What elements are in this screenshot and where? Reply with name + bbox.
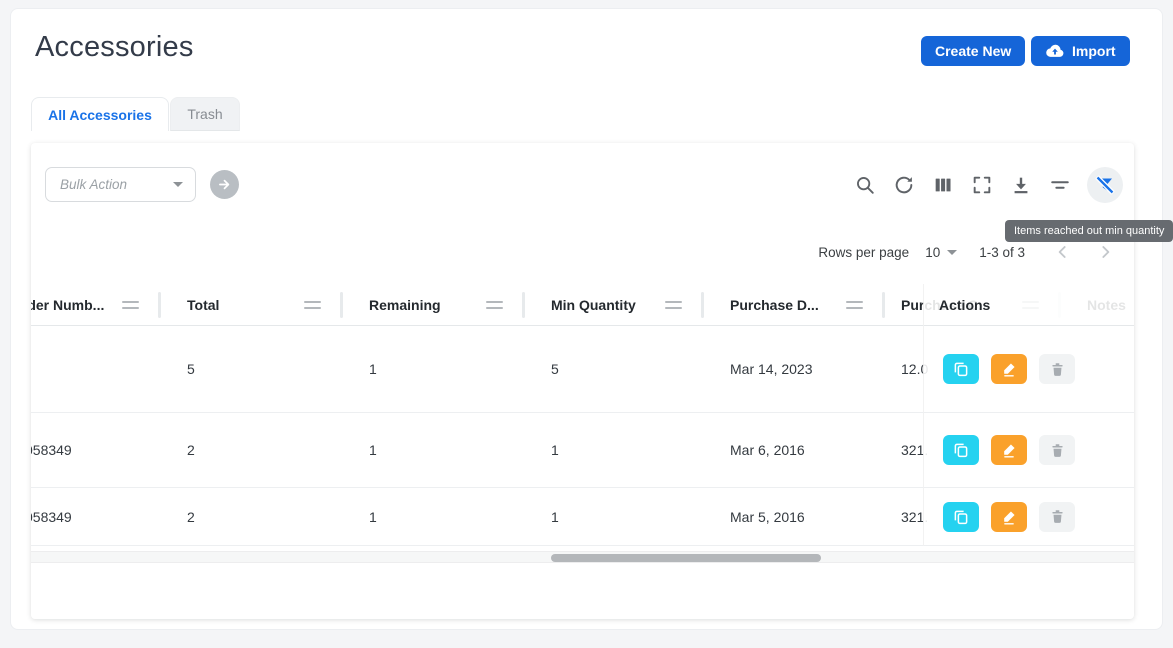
tab-trash[interactable]: Trash	[170, 97, 240, 131]
duplicate-button[interactable]	[943, 354, 979, 384]
rows-per-page-value: 10	[925, 245, 940, 260]
trash-icon	[1049, 361, 1066, 378]
cell-min-quantity: 1	[525, 488, 704, 545]
rows-per-page-label: Rows per page	[818, 245, 909, 260]
bulk-action-placeholder: Bulk Action	[60, 177, 173, 192]
cell-remaining: 1	[343, 413, 525, 487]
download-icon[interactable]	[1009, 173, 1033, 197]
cell-order-number	[31, 326, 161, 412]
refresh-icon[interactable]	[892, 173, 916, 197]
create-new-label: Create New	[935, 43, 1011, 59]
view-columns-icon[interactable]	[931, 173, 955, 197]
drag-handle-icon[interactable]	[304, 301, 321, 309]
column-header-min-quantity[interactable]: Min Quantity	[525, 284, 704, 325]
import-label: Import	[1072, 43, 1116, 59]
cell-min-quantity: 1	[525, 413, 704, 487]
delete-button[interactable]	[1039, 435, 1075, 465]
filter-off-icon[interactable]	[1087, 167, 1123, 203]
column-header-order-number[interactable]: Order Numb...	[31, 284, 161, 325]
column-header-remaining[interactable]: Remaining	[343, 284, 525, 325]
cell-total: 2	[161, 413, 343, 487]
table-viewport: Order Numb... Total Remaining Min Quanti…	[31, 284, 1134, 546]
cell-remaining: 1	[343, 326, 525, 412]
page: Accessories Create New Import All Access…	[10, 8, 1163, 630]
create-new-button[interactable]: Create New	[921, 36, 1025, 66]
cell-min-quantity: 5	[525, 326, 704, 412]
horizontal-scrollbar-track[interactable]	[31, 551, 1134, 563]
cell-total: 5	[161, 326, 343, 412]
column-header-purchase-date[interactable]: Purchase D...	[704, 284, 885, 325]
actions-sticky-column: Actions	[923, 284, 1134, 546]
fullscreen-icon[interactable]	[970, 173, 994, 197]
chevron-left-icon	[1053, 242, 1073, 262]
cell-order-number: 058349	[31, 413, 161, 487]
column-header-total[interactable]: Total	[161, 284, 343, 325]
cell-remaining: 1	[343, 488, 525, 545]
chevron-down-icon	[173, 182, 183, 187]
column-header-actions: Actions	[924, 284, 1134, 326]
arrow-right-icon	[216, 176, 233, 193]
table-card: Bulk Action	[31, 143, 1134, 619]
cell-purchase-date: Mar 6, 2016	[704, 413, 885, 487]
tooltip: Items reached out min quantity	[1005, 220, 1173, 242]
tab-trash-label: Trash	[187, 106, 222, 122]
pencil-icon	[1000, 360, 1018, 378]
copy-icon	[952, 360, 970, 378]
delete-button[interactable]	[1039, 502, 1075, 532]
import-button[interactable]: Import	[1031, 36, 1130, 66]
next-page-button[interactable]	[1093, 240, 1117, 264]
copy-icon	[952, 441, 970, 459]
trash-icon	[1049, 442, 1066, 459]
cloud-upload-icon	[1045, 41, 1065, 61]
filter-lines-icon[interactable]	[1048, 173, 1072, 197]
horizontal-scrollbar-thumb[interactable]	[551, 554, 821, 562]
cell-total: 2	[161, 488, 343, 545]
pagination: Rows per page 10 1-3 of 3	[818, 240, 1117, 264]
edit-button[interactable]	[991, 502, 1027, 532]
tab-bar: All Accessories Trash	[31, 97, 240, 131]
row-actions	[924, 326, 1134, 413]
row-actions	[924, 413, 1134, 488]
rows-per-page-select[interactable]: 10	[925, 245, 957, 260]
pagination-range: 1-3 of 3	[979, 245, 1025, 260]
table-toolbar	[853, 167, 1123, 203]
duplicate-button[interactable]	[943, 435, 979, 465]
drag-handle-icon[interactable]	[665, 301, 682, 309]
pencil-icon	[1000, 441, 1018, 459]
tab-all-accessories-label: All Accessories	[48, 107, 152, 123]
drag-handle-icon[interactable]	[846, 301, 863, 309]
drag-handle-icon[interactable]	[486, 301, 503, 309]
tab-all-accessories[interactable]: All Accessories	[31, 97, 169, 131]
search-icon[interactable]	[853, 173, 877, 197]
trash-icon	[1049, 508, 1066, 525]
cell-order-number: 058349	[31, 488, 161, 545]
copy-icon	[952, 508, 970, 526]
edit-button[interactable]	[991, 354, 1027, 384]
chevron-right-icon	[1095, 242, 1115, 262]
bulk-action-select[interactable]: Bulk Action	[45, 167, 196, 202]
row-actions	[924, 488, 1134, 546]
drag-handle-icon[interactable]	[122, 301, 139, 309]
cell-purchase-date: Mar 14, 2023	[704, 326, 885, 412]
delete-button[interactable]	[1039, 354, 1075, 384]
chevron-down-icon	[947, 250, 957, 255]
duplicate-button[interactable]	[943, 502, 979, 532]
pencil-icon	[1000, 508, 1018, 526]
page-title: Accessories	[35, 31, 194, 64]
bulk-action-submit-button[interactable]	[210, 170, 239, 199]
cell-purchase-date: Mar 5, 2016	[704, 488, 885, 545]
previous-page-button[interactable]	[1051, 240, 1075, 264]
edit-button[interactable]	[991, 435, 1027, 465]
